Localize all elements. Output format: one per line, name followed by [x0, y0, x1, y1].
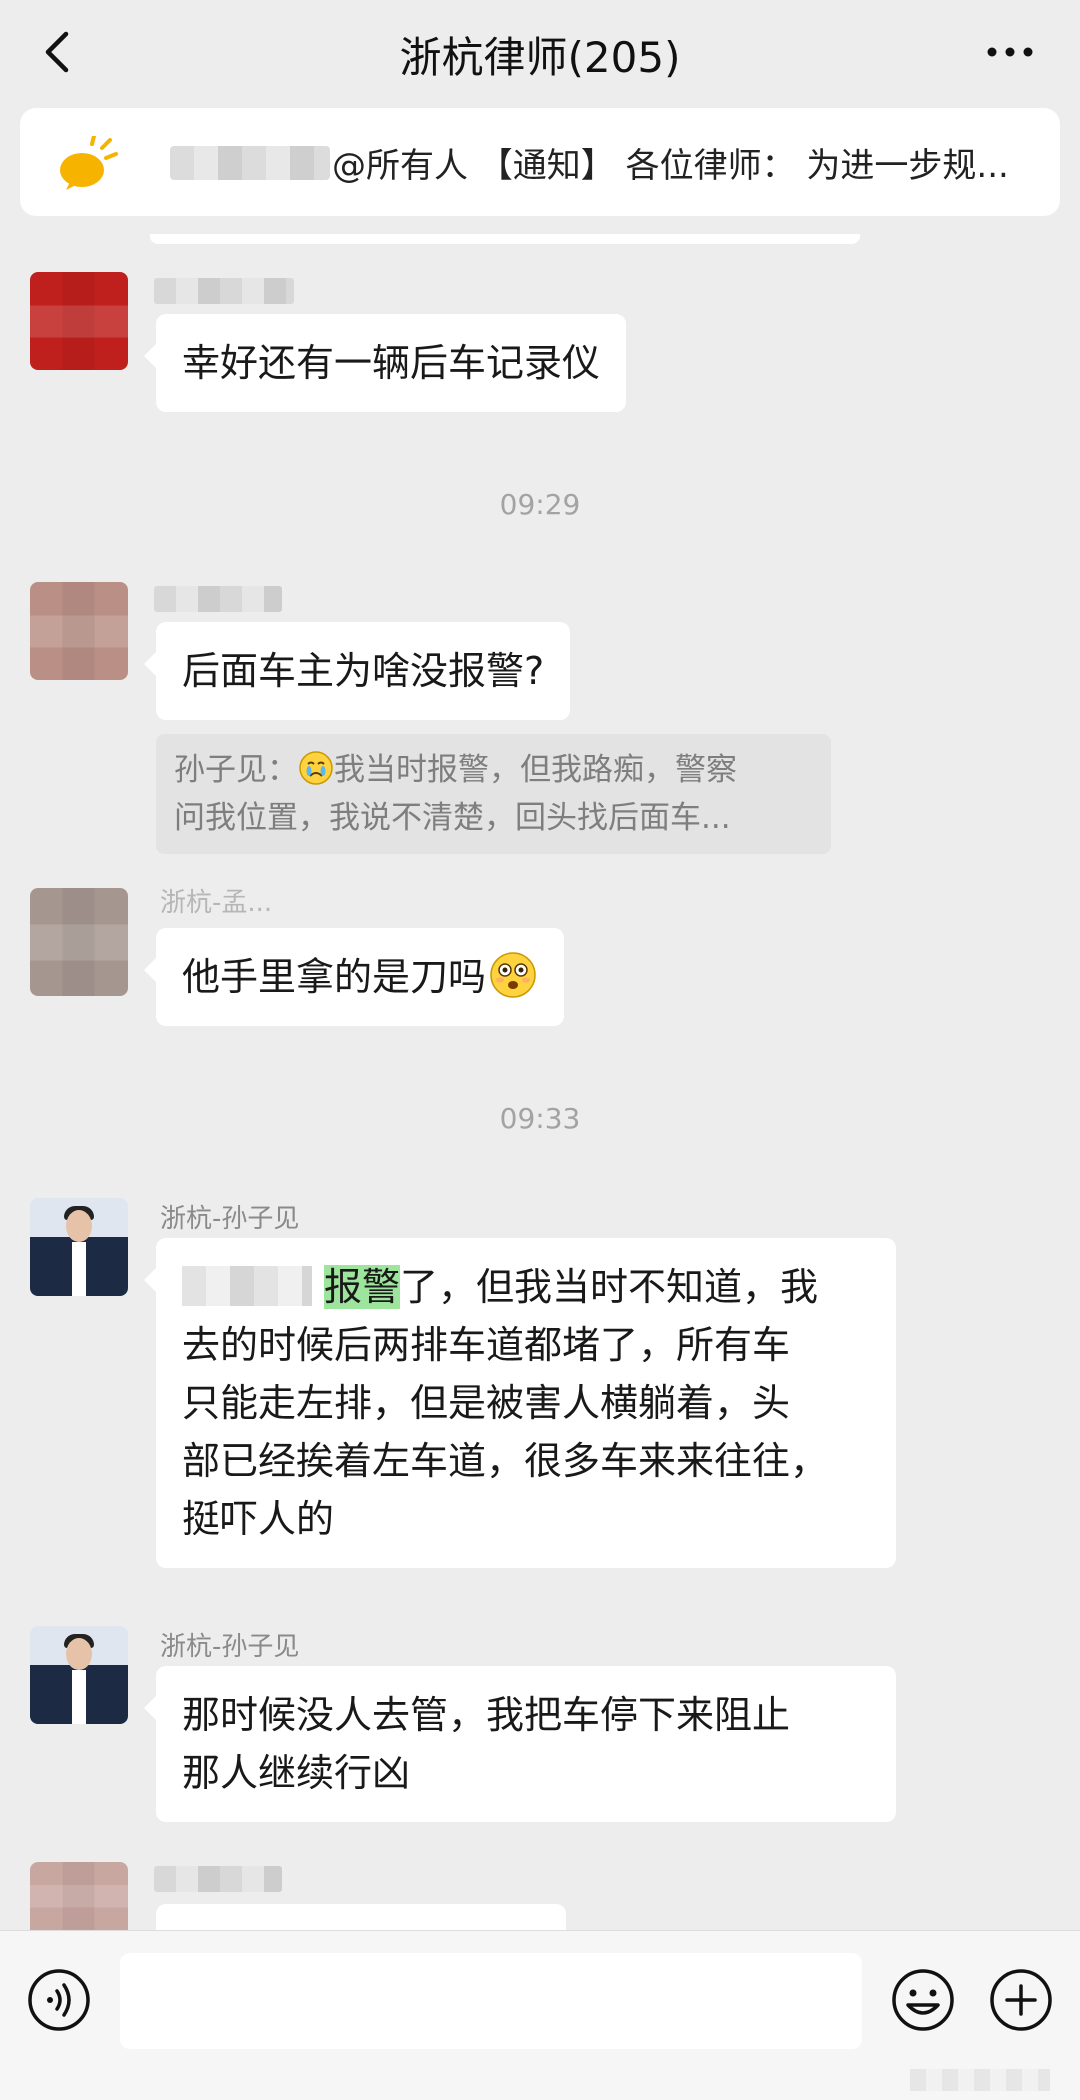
- plus-circle-icon[interactable]: [988, 1967, 1054, 2033]
- quote-line: 问我位置，我说不清楚，回头找后面车...: [174, 800, 731, 836]
- announcement-text: @所有人 【通知】 各位律师： 为进一步规...: [332, 146, 1009, 186]
- previous-message-edge: [150, 234, 860, 244]
- more-dots-icon[interactable]: [980, 22, 1040, 82]
- message-line: 挺吓人的: [182, 1497, 335, 1541]
- message-line: 去的时候后两排车道都堵了，所有车: [182, 1323, 791, 1367]
- message-bubble[interactable]: 幸好还有一辆后车记录仪: [143, 314, 627, 412]
- message-bubble[interactable]: 他手里拿的是刀吗: [143, 928, 565, 1026]
- message-line: 只能走左排，但是被害人横躺着，头: [182, 1381, 791, 1425]
- message-line: 报警了，但我当时不知道，我: [182, 1258, 870, 1316]
- quote-line: 孙子见： 我当时报警，但我路痴，警察: [174, 751, 737, 788]
- quote-sender: 孙子见：: [174, 752, 298, 788]
- shocked-emoji-icon: [490, 952, 536, 998]
- avatar[interactable]: [30, 1198, 128, 1296]
- avatar[interactable]: [30, 582, 128, 680]
- pinned-announcement[interactable]: @所有人 【通知】 各位律师： 为进一步规...: [20, 108, 1060, 216]
- message-bubble[interactable]: 后面车主为啥没报警?: [143, 622, 571, 720]
- avatar[interactable]: [30, 888, 128, 996]
- chat-input-bar: [0, 1930, 1080, 2100]
- watermark: [910, 2069, 1050, 2091]
- sender-name: 浙杭-孙子见: [160, 1204, 300, 1234]
- sender-name: 浙杭-孙子见: [160, 1632, 300, 1662]
- blurred-sender-name: [154, 1866, 282, 1892]
- timestamp: 09:33: [499, 1102, 581, 1135]
- avatar[interactable]: [30, 1862, 128, 1930]
- chat-title: 浙杭律师(205): [399, 33, 681, 82]
- message-input[interactable]: [120, 1953, 862, 2049]
- quoted-message[interactable]: 孙子见： 我当时报警，但我路痴，警察 问我位置，我说不清楚，回头找后面车...: [156, 734, 831, 854]
- message-bubble[interactable]: 报警了，但我当时不知道，我 去的时候后两排车道都堵了，所有车 只能走左排，但是被…: [144, 1238, 896, 1568]
- highlighted-keyword: 报警: [324, 1265, 401, 1309]
- blurred-mention: [182, 1266, 312, 1306]
- blurred-sender-name: [154, 586, 282, 612]
- blurred-sender-name: [154, 278, 294, 304]
- blurred-sender-name: [170, 146, 330, 180]
- avatar[interactable]: [30, 272, 128, 370]
- message-line: 那人继续行凶: [182, 1751, 411, 1795]
- message-bubble-partial: [156, 1904, 566, 1930]
- avatar[interactable]: [30, 1626, 128, 1724]
- chat-header: 浙杭律师(205): [0, 0, 1080, 104]
- voice-icon[interactable]: [26, 1967, 92, 2033]
- crying-emoji-icon: [299, 751, 333, 785]
- emoji-icon[interactable]: [890, 1967, 956, 2033]
- sender-name: 浙杭-孟...: [160, 888, 273, 918]
- announcement-bulb-icon: [60, 136, 118, 190]
- message-line: 部已经挨着左车道，很多车来来往往，: [182, 1439, 829, 1483]
- message-bubble[interactable]: 那时候没人去管，我把车停下来阻止 那人继续行凶: [144, 1666, 896, 1822]
- timestamp: 09:29: [499, 488, 581, 521]
- message-line: 那时候没人去管，我把车停下来阻止: [182, 1693, 791, 1737]
